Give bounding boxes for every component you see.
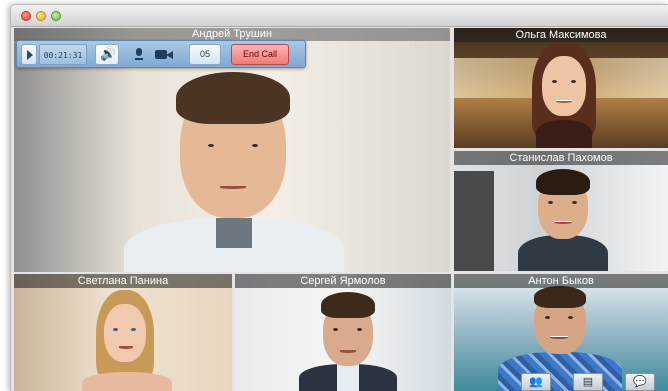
speaker-icon[interactable]: 🔊	[95, 44, 119, 65]
call-control-bar: 00:21:31 🔊 05 End Call	[16, 40, 306, 68]
card-icon[interactable]: ▤	[573, 373, 603, 391]
contacts-icon[interactable]: 👥	[521, 373, 551, 391]
participant-video	[514, 40, 614, 148]
window-titlebar	[11, 5, 668, 27]
participant-video	[82, 288, 172, 391]
participant-name: Антон Быков	[454, 274, 668, 288]
participant-name: Ольга Максимова	[454, 28, 668, 42]
call-timer: 00:21:31	[39, 44, 87, 65]
chat-icon[interactable]: 💬	[625, 373, 655, 391]
participant-name: Станислав Пахомов	[454, 151, 668, 165]
participant-video	[508, 163, 618, 271]
participant-tile-olga[interactable]: Ольга Максимова	[454, 28, 668, 148]
camera-icon[interactable]	[155, 50, 173, 59]
maximize-window-button[interactable]	[51, 11, 61, 21]
participant-tile-stanislav[interactable]: Станислав Пахомов	[454, 151, 668, 271]
end-call-button[interactable]: End Call	[231, 44, 289, 65]
close-window-button[interactable]	[21, 11, 31, 21]
participant-name: Светлана Панина	[14, 274, 232, 288]
participant-tile-svetlana[interactable]: Светлана Панина	[14, 274, 232, 391]
main-speaker-video	[124, 68, 344, 272]
play-icon[interactable]	[21, 44, 37, 65]
participant-video	[293, 288, 403, 391]
participant-name: Сергей Ярмолов	[235, 274, 451, 288]
minimize-window-button[interactable]	[36, 11, 46, 21]
bottom-toolbar: 👥 ▤ 💬	[509, 373, 668, 391]
participant-tile-sergey[interactable]: Сергей Ярмолов	[235, 274, 451, 391]
microphone-icon[interactable]	[135, 48, 143, 61]
participant-count-button[interactable]: 05	[189, 44, 221, 65]
